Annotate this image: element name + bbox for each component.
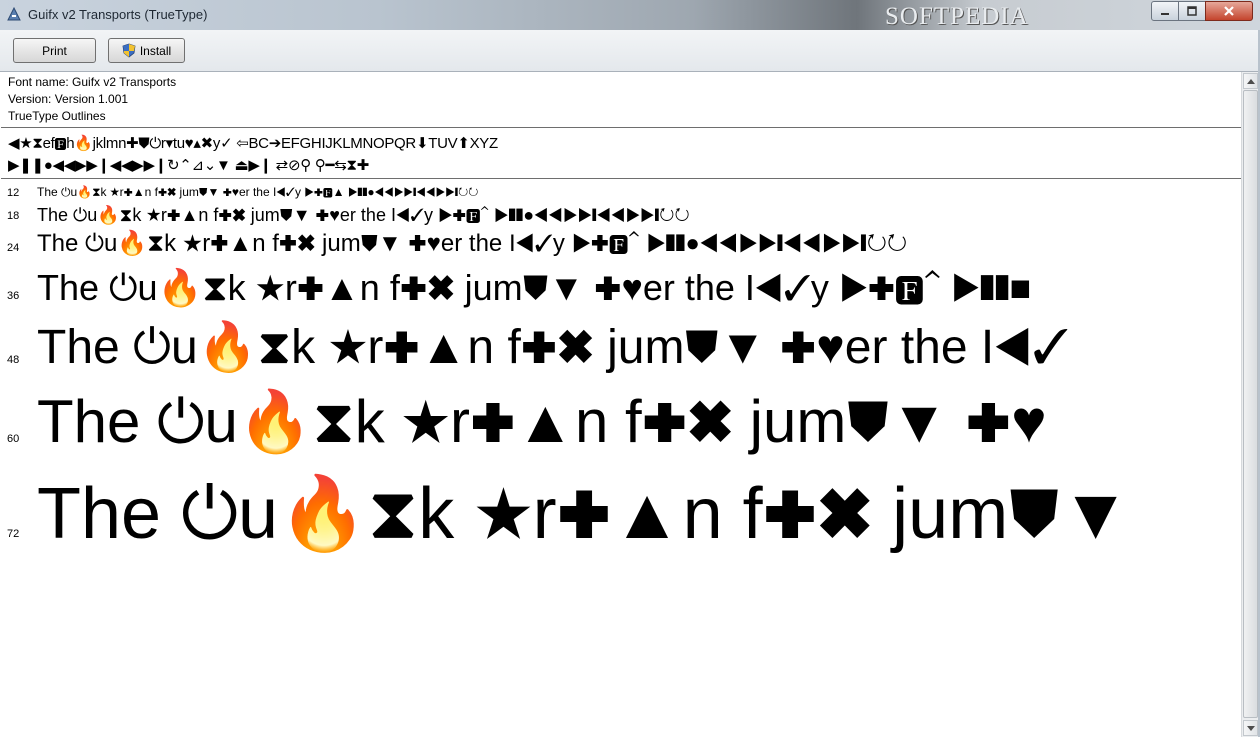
print-button[interactable]: Print	[13, 38, 96, 63]
font-preview-pane: Font name: Guifx v2 Transports Version: …	[1, 72, 1241, 737]
sample-row-36: 36 The ⏻u🔥⧗k ★r✚▲n f✚✖ jum⛊▼ ✚♥er the I◀…	[1, 264, 1241, 306]
font-info: Font name: Guifx v2 Transports Version: …	[8, 74, 176, 125]
close-button[interactable]	[1205, 1, 1253, 21]
font-version-line: Version: Version 1.001	[8, 92, 129, 106]
chevron-up-icon	[1246, 78, 1255, 84]
font-name-line: Font name: Guifx v2 Transports	[8, 75, 177, 89]
divider	[1, 178, 1241, 179]
watermark: SOFTPEDIA	[885, 3, 1029, 30]
sample-text: The ⏻u🔥⧗k ★r✚▲n f✚✖ jum⛊▼ ✚♥er the I◀✓	[37, 321, 1069, 374]
sample-row-60: 60 The ⏻u🔥⧗k ★r✚▲n f✚✖ jum⛊▼ ✚♥	[1, 384, 1241, 452]
scroll-down-button[interactable]	[1243, 720, 1258, 736]
sample-row-12: 12 The ⏻u🔥⧗k ★r✚▲n f✚✖ jum⛊▼ ✚♥er the I◀…	[1, 185, 1241, 199]
sample-size-label: 72	[7, 528, 20, 540]
scroll-up-button[interactable]	[1243, 73, 1258, 89]
title-bar: Guifx v2 Transports (TrueType) SOFTPEDIA	[0, 0, 1260, 30]
minimize-icon	[1161, 13, 1169, 15]
sample-size-label: 12	[7, 187, 20, 199]
sample-text: The ⏻u🔥⧗k ★r✚▲n f✚✖ jum⛊▼	[37, 474, 1132, 554]
install-button[interactable]: Install	[108, 38, 185, 63]
window-title: Guifx v2 Transports (TrueType)	[28, 7, 208, 22]
sample-text: The ⏻u🔥⧗k ★r✚▲n f✚✖ jum⛊▼ ✚♥er the I◀✓y …	[37, 230, 908, 257]
sample-size-label: 24	[7, 242, 20, 254]
sample-row-18: 18 The ⏻u🔥⧗k ★r✚▲n f✚✖ jum⛊▼ ✚♥er the I◀…	[1, 204, 1241, 224]
vertical-scrollbar[interactable]	[1241, 72, 1259, 737]
charset-line-1: ◀★⧗ef🅵h🔥jklmn✚⛊⏻r▾tu♥▴✖y✓ ⇦BC➔EFGHIJKLMN…	[8, 135, 498, 152]
sample-text: The ⏻u🔥⧗k ★r✚▲n f✚✖ jum⛊▼ ✚♥er the I◀✓y …	[37, 185, 479, 199]
sample-text: The ⏻u🔥⧗k ★r✚▲n f✚✖ jum⛊▼ ✚♥	[37, 388, 1047, 455]
maximize-icon	[1187, 6, 1197, 16]
sample-text: The ⏻u🔥⧗k ★r✚▲n f✚✖ jum⛊▼ ✚♥er the I◀✓y …	[37, 267, 1032, 308]
print-button-label: Print	[42, 43, 67, 58]
close-icon	[1224, 6, 1234, 16]
shield-icon	[122, 43, 136, 58]
toolbar: Print Install	[0, 30, 1260, 72]
sample-text: The ⏻u🔥⧗k ★r✚▲n f✚✖ jum⛊▼ ✚♥er the I◀✓y …	[37, 205, 690, 225]
sample-row-72: 72 The ⏻u🔥⧗k ★r✚▲n f✚✖ jum⛊▼	[1, 470, 1241, 550]
sample-size-label: 48	[7, 354, 20, 366]
sample-size-label: 18	[7, 210, 20, 222]
chevron-down-icon	[1246, 725, 1255, 731]
sample-size-label: 36	[7, 290, 20, 302]
font-file-icon	[7, 7, 21, 21]
sample-size-label: 60	[7, 433, 20, 445]
font-outline-line: TrueType Outlines	[8, 109, 106, 123]
divider	[1, 127, 1241, 128]
install-button-label: Install	[139, 43, 172, 58]
sample-row-48: 48 The ⏻u🔥⧗k ★r✚▲n f✚✖ jum⛊▼ ✚♥er the I◀…	[1, 318, 1241, 372]
minimize-button[interactable]	[1151, 1, 1179, 21]
scroll-thumb[interactable]	[1243, 90, 1258, 718]
maximize-button[interactable]	[1178, 1, 1206, 21]
charset-line-2: ▶❚❚●◀◀▶▶❙◀◀▶▶❙↻⌃⊿⌄▼ ⏏▶❙ ⇄⊘⚲ ⚲━⇆⧗✚	[8, 157, 369, 174]
sample-row-24: 24 The ⏻u🔥⧗k ★r✚▲n f✚✖ jum⛊▼ ✚♥er the I◀…	[1, 229, 1241, 256]
